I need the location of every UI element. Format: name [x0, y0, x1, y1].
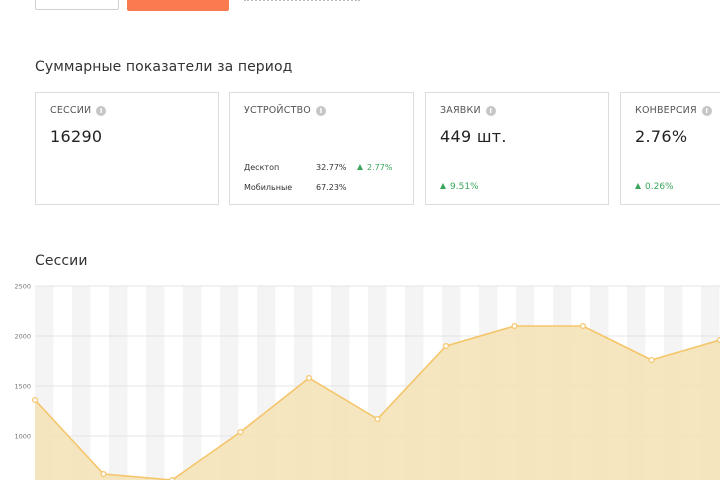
card-sessions-value: 16290 [50, 127, 103, 146]
card-device: УСТРОЙСТВО i Десктоп 32.77% 2.77% Мобиль… [229, 92, 414, 205]
card-conversion: КОНВЕРСИЯ i 2.76% 0.26% [620, 92, 720, 205]
chart-stripe [146, 286, 165, 480]
card-device-label: УСТРОЙСТВО i [244, 105, 326, 116]
sessions-point [100, 471, 107, 478]
period-text-fragment [244, 0, 360, 1]
card-requests-value: 449 шт. [440, 127, 507, 146]
sessions-point [443, 342, 450, 349]
chart-stripe [164, 286, 183, 480]
primary-button[interactable] [127, 0, 229, 11]
sessions-chart-title: Сессии [35, 253, 88, 269]
sessions-point [31, 396, 38, 403]
secondary-button[interactable] [35, 0, 119, 10]
device-pct: 67.23% [316, 183, 347, 192]
up-triangle-icon [357, 164, 363, 170]
sessions-point [374, 416, 381, 423]
card-conversion-label: КОНВЕРСИЯ i [635, 105, 712, 116]
sessions-point [237, 429, 244, 436]
y-tick-label: 1000 [14, 433, 31, 441]
summary-title: Суммарные показатели за период [35, 59, 293, 75]
info-icon[interactable]: i [701, 105, 712, 116]
chart-stripe [109, 286, 128, 480]
sessions-area-chart: 2500 2000 1500 1000 [14, 283, 720, 480]
device-name: Мобильные [244, 183, 293, 192]
chart-stripe [90, 286, 109, 480]
info-icon[interactable]: i [96, 105, 107, 116]
y-tick-label: 1500 [14, 383, 31, 391]
sessions-point [306, 374, 313, 381]
info-icon[interactable]: i [315, 105, 326, 116]
card-requests-label: ЗАЯВКИ i [440, 105, 496, 116]
card-conversion-value: 2.76% [635, 127, 688, 146]
chart-stripe [127, 286, 146, 480]
device-name: Десктоп [244, 163, 280, 172]
device-pct: 32.77% [316, 163, 347, 172]
card-conversion-delta: 0.26% [635, 182, 674, 192]
card-requests: ЗАЯВКИ i 449 шт. 9.51% [425, 92, 609, 205]
sessions-point [579, 322, 586, 329]
card-sessions-label: СЕССИИ i [50, 105, 107, 116]
sessions-point [511, 322, 518, 329]
chart-stripe [183, 286, 202, 480]
card-sessions: СЕССИИ i 16290 [35, 92, 219, 205]
sessions-point [648, 356, 655, 363]
y-tick-label: 2000 [14, 333, 31, 341]
card-requests-delta: 9.51% [440, 182, 479, 192]
up-triangle-icon [635, 183, 641, 189]
up-triangle-icon [440, 183, 446, 189]
device-delta: 2.77% [357, 163, 392, 172]
info-icon[interactable]: i [485, 105, 496, 116]
y-tick-label: 2500 [14, 283, 31, 291]
